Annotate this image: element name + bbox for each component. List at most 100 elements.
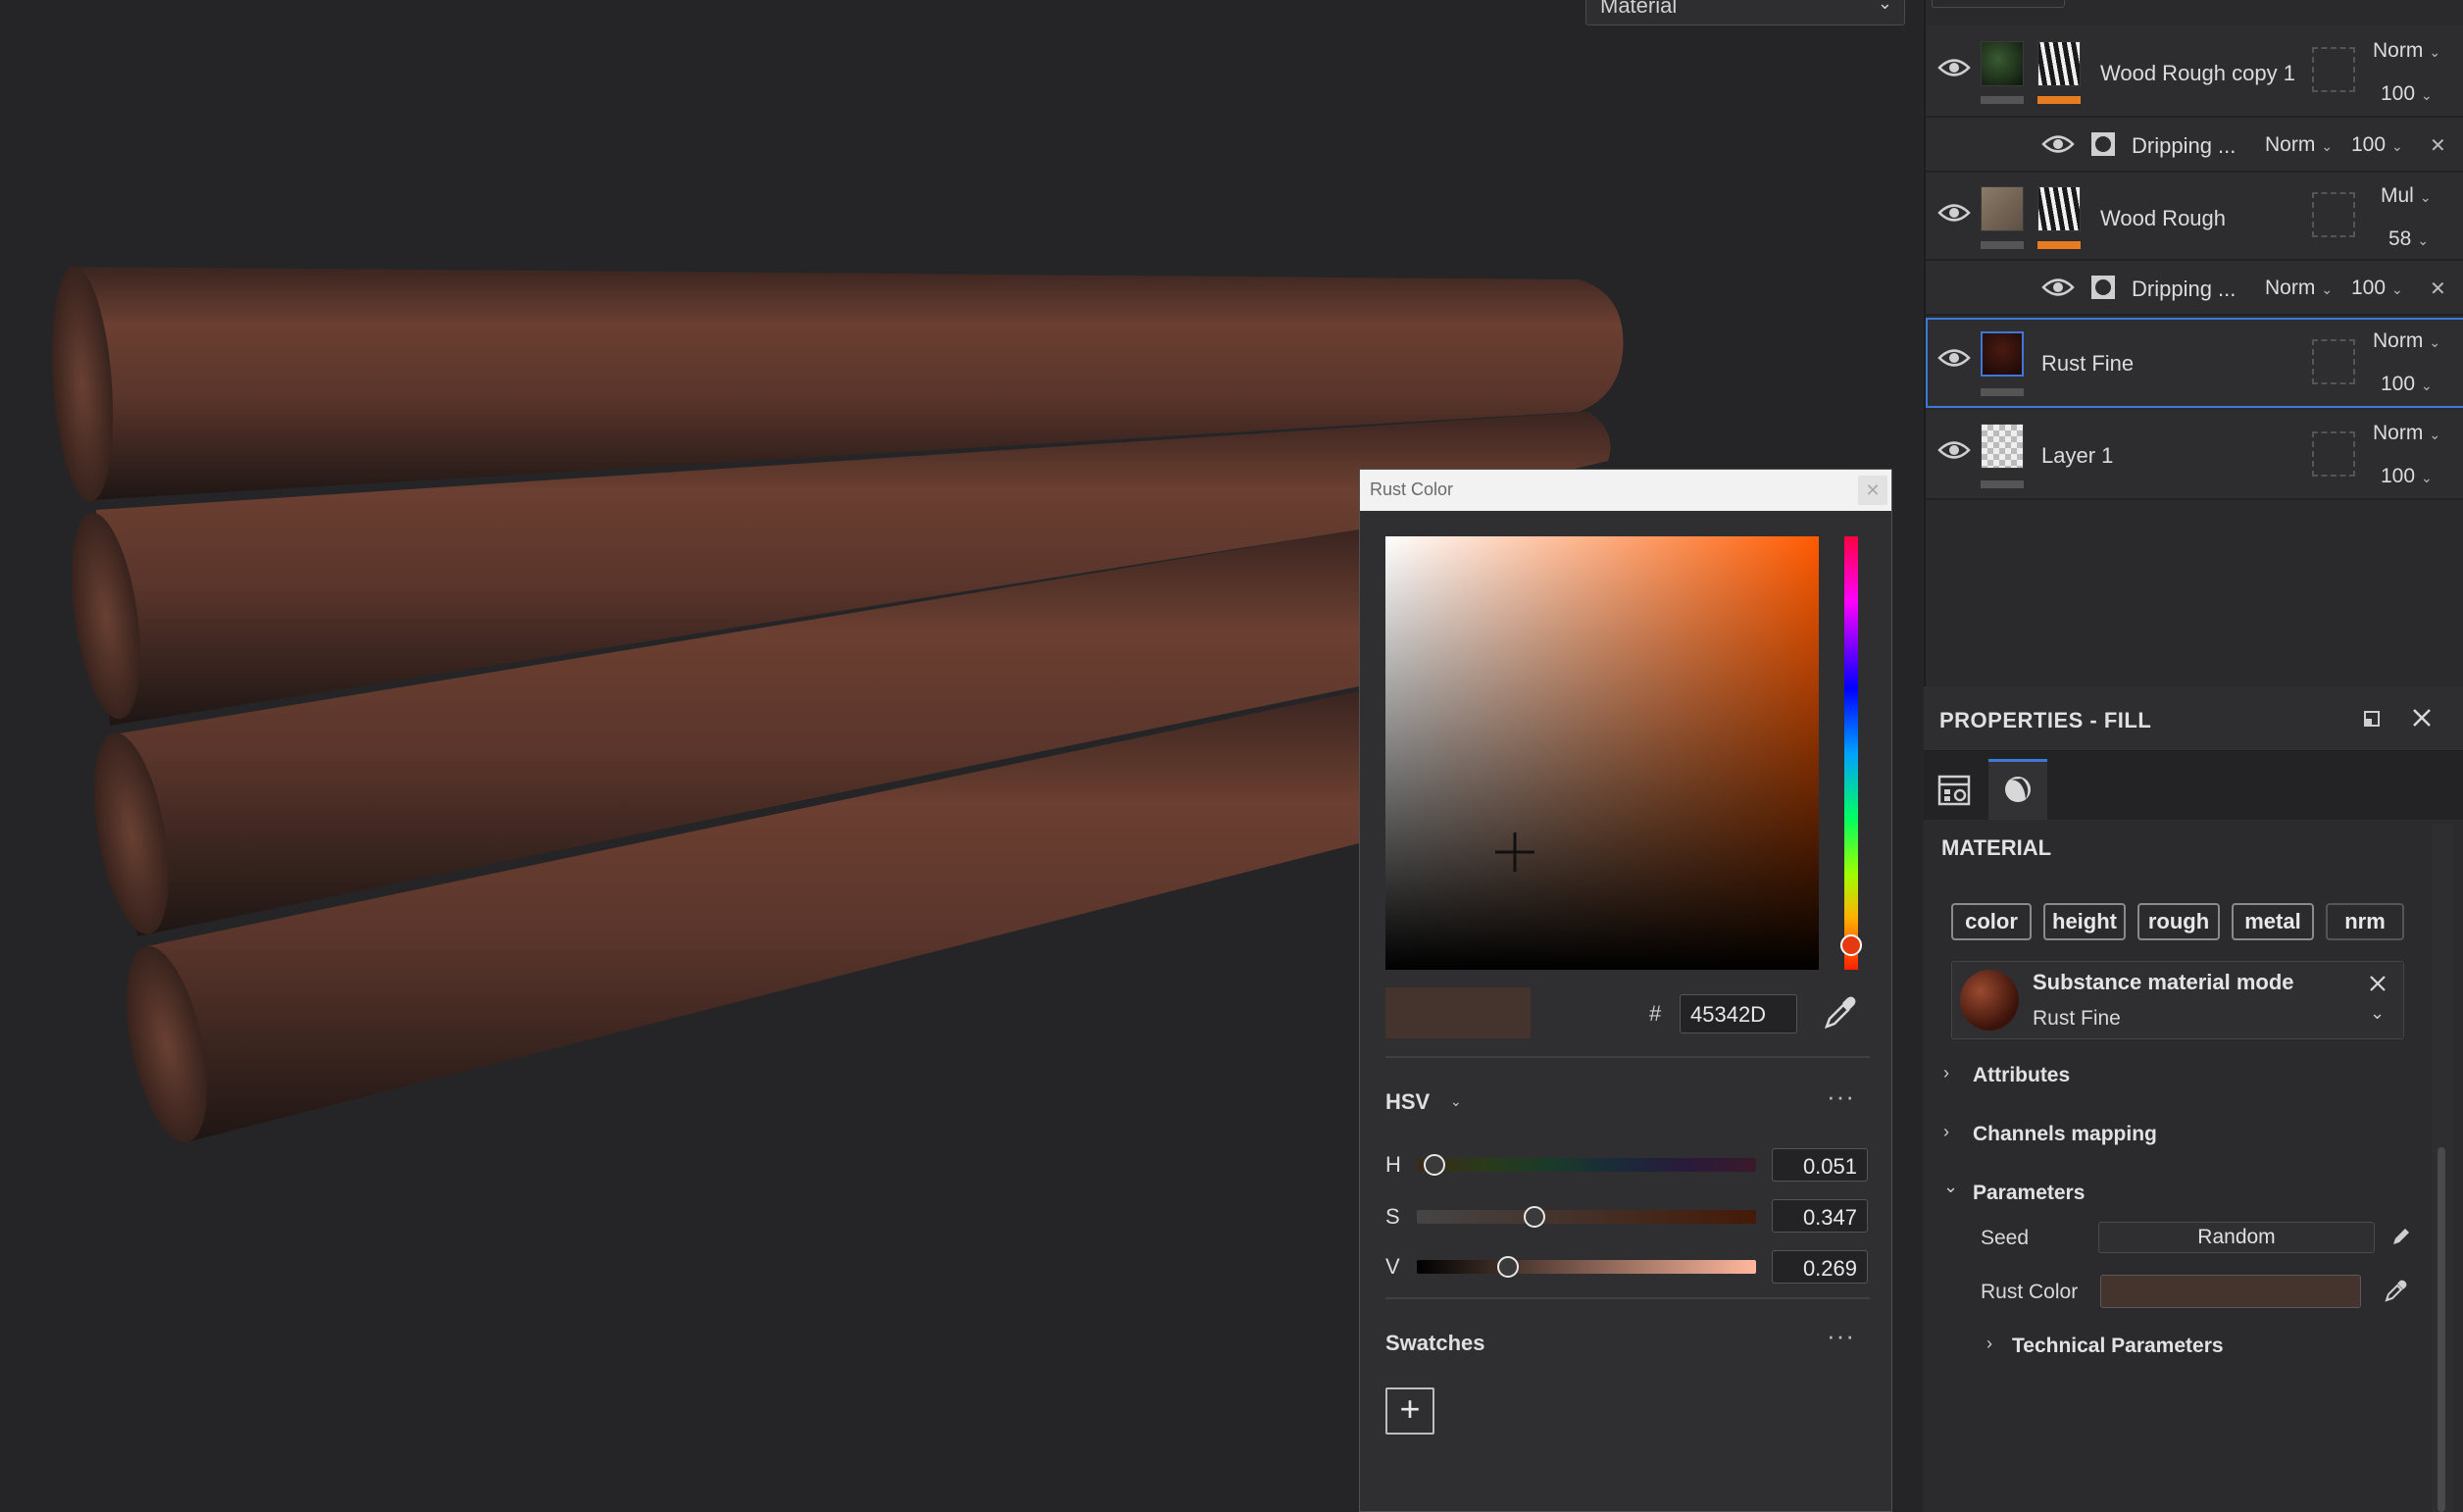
eye-icon[interactable]	[1937, 439, 1971, 461]
chevron-right-icon[interactable]: ›	[1943, 1122, 1949, 1142]
saturation-value-input[interactable]: 0.347	[1772, 1199, 1868, 1233]
layer-name[interactable]: Rust Fine	[2041, 351, 2134, 377]
chevron-down-icon[interactable]: ⌄	[2370, 1003, 2385, 1024]
add-swatch-button[interactable]: +	[1385, 1387, 1434, 1435]
viewport-mode-dropdown[interactable]: Material ⌄	[1585, 0, 1905, 25]
effect-name[interactable]: Dripping ...	[2132, 133, 2236, 159]
eyedropper-icon[interactable]	[1821, 993, 1860, 1033]
layer-fill-thumbnail[interactable]	[1981, 186, 2024, 231]
material-name[interactable]: Rust Fine	[2033, 1007, 2121, 1031]
hue-strip[interactable]	[1844, 536, 1858, 970]
tab-material[interactable]	[1988, 759, 2047, 820]
layer-fill-thumbnail[interactable]	[1981, 331, 2024, 377]
chevron-down-icon[interactable]: ⌄	[1450, 1093, 1462, 1110]
opacity-select[interactable]: 100 ⌄	[2381, 465, 2433, 488]
properties-scrollbar[interactable]	[2432, 824, 2453, 1512]
layer-transparent-thumbnail[interactable]	[1981, 424, 2024, 469]
section-technical-parameters[interactable]: Technical Parameters	[2012, 1335, 2224, 1358]
blend-mode-select[interactable]: Norm ⌄	[2373, 422, 2440, 445]
channel-toggle-color[interactable]: color	[1951, 903, 2032, 940]
clear-material-icon[interactable]	[2368, 974, 2388, 993]
saturation-slider[interactable]	[1417, 1210, 1756, 1224]
layer-fill-thumbnail[interactable]	[1981, 41, 2024, 86]
opacity-select[interactable]: 100 ⌄	[2351, 277, 2403, 300]
hex-input[interactable]: 45342D	[1680, 994, 1797, 1033]
remove-effect-icon[interactable]: ✕	[2430, 133, 2446, 158]
tab-settings[interactable]	[1924, 759, 1983, 820]
color-picker-dropper-icon[interactable]	[2383, 1279, 2408, 1304]
value-value-input[interactable]: 0.269	[1772, 1250, 1868, 1284]
opacity-select[interactable]: 58 ⌄	[2388, 227, 2429, 251]
opacity-value: 100	[2381, 82, 2416, 105]
channel-toggle-nrm[interactable]: nrm	[2326, 903, 2404, 940]
eye-icon[interactable]	[1937, 347, 1971, 369]
empty-mask-slot[interactable]	[2312, 339, 2355, 384]
edit-pencil-icon[interactable]	[2390, 1226, 2412, 1247]
saturation-value-area[interactable]	[1385, 536, 1819, 970]
hue-slider[interactable]	[1417, 1158, 1756, 1172]
layer-name[interactable]: Layer 1	[2041, 443, 2113, 469]
section-channels-mapping[interactable]: Channels mapping	[1973, 1123, 2157, 1146]
empty-mask-slot[interactable]	[2312, 192, 2355, 237]
chevron-right-icon[interactable]: ›	[1986, 1334, 1992, 1354]
rust-color-swatch[interactable]	[2100, 1275, 2361, 1308]
chevron-right-icon[interactable]: ›	[1943, 1063, 1949, 1084]
more-options-icon[interactable]: ···	[1827, 1082, 1855, 1112]
layer-row[interactable]: Wood Rough Mul ⌄ 58 ⌄	[1926, 173, 2463, 261]
opacity-select[interactable]: 100 ⌄	[2381, 82, 2433, 106]
section-parameters[interactable]: Parameters	[1973, 1182, 2085, 1205]
mask-effect-icon	[2091, 276, 2115, 299]
hue-value-input[interactable]: 0.051	[1772, 1148, 1868, 1182]
layer-row[interactable]: Wood Rough copy 1 Norm ⌄ 100 ⌄	[1926, 25, 2463, 118]
properties-panel: PROPERTIES - FILL MATERIAL color height …	[1924, 686, 2463, 1512]
value-slider[interactable]	[1417, 1260, 1756, 1274]
effect-row[interactable]: Dripping ... Norm ⌄ 100 ⌄ ✕	[1926, 118, 2463, 173]
blend-mode-select[interactable]: Norm ⌄	[2373, 329, 2440, 353]
effect-name[interactable]: Dripping ...	[2132, 277, 2236, 302]
layer-name[interactable]: Wood Rough copy 1	[2100, 61, 2295, 86]
eye-icon[interactable]	[2041, 133, 2075, 155]
material-heading: MATERIAL	[1941, 835, 2052, 860]
layers-toolbar-stub[interactable]	[1932, 0, 2065, 8]
channel-toggle-rough[interactable]: rough	[2137, 903, 2220, 940]
eye-icon[interactable]	[1937, 202, 1971, 224]
layer-row[interactable]: Layer 1 Norm ⌄ 100 ⌄	[1926, 410, 2463, 500]
chevron-down-icon: ⌄	[2321, 281, 2334, 297]
saturation-slider-handle[interactable]	[1524, 1206, 1546, 1228]
channel-toggle-metal[interactable]: metal	[2232, 903, 2314, 940]
blend-mode-select[interactable]: Norm ⌄	[2265, 133, 2333, 157]
remove-effect-icon[interactable]: ✕	[2430, 277, 2446, 301]
opacity-value: 100	[2351, 277, 2387, 299]
hue-slider-handle[interactable]	[1423, 1154, 1445, 1176]
more-options-icon[interactable]: ···	[1827, 1321, 1855, 1351]
channel-toggle-height[interactable]: height	[2043, 903, 2126, 940]
section-attributes[interactable]: Attributes	[1973, 1064, 2070, 1087]
mask-thumbnail[interactable]	[2037, 186, 2081, 231]
mask-thumbnail[interactable]	[2037, 41, 2081, 86]
empty-mask-slot[interactable]	[2312, 47, 2355, 92]
effect-row[interactable]: Dripping ... Norm ⌄ 100 ⌄ ✕	[1926, 261, 2463, 316]
blend-mode-select[interactable]: Mul ⌄	[2381, 184, 2432, 208]
seed-random-button[interactable]: Random	[2098, 1222, 2375, 1253]
crosshair-cursor-icon[interactable]	[1493, 831, 1536, 874]
close-icon[interactable]: ✕	[1858, 476, 1887, 505]
blend-mode-select[interactable]: Norm ⌄	[2265, 277, 2333, 300]
chevron-down-icon[interactable]: ⌄	[1943, 1177, 1958, 1197]
empty-mask-slot[interactable]	[2312, 431, 2355, 477]
layer-thumb-strip	[1981, 96, 2024, 104]
dialog-titlebar[interactable]: Rust Color ✕	[1360, 470, 1891, 511]
layer-name[interactable]: Wood Rough	[2100, 206, 2226, 231]
opacity-select[interactable]: 100 ⌄	[2351, 133, 2403, 157]
color-mode-select[interactable]: HSV	[1385, 1089, 1430, 1115]
eye-icon[interactable]	[2041, 277, 2075, 298]
material-card[interactable]: Substance material mode Rust Fine ⌄	[1951, 961, 2404, 1039]
eye-icon[interactable]	[1937, 57, 1971, 78]
close-icon[interactable]	[2410, 706, 2434, 730]
layer-row-selected[interactable]: Rust Fine Norm ⌄ 100 ⌄	[1926, 318, 2463, 408]
blend-mode-select[interactable]: Norm ⌄	[2373, 39, 2440, 63]
scrollbar-thumb[interactable]	[2438, 1147, 2445, 1512]
undock-icon[interactable]	[2363, 710, 2381, 728]
value-slider-handle[interactable]	[1497, 1256, 1520, 1278]
hue-strip-handle[interactable]	[1840, 934, 1862, 956]
opacity-select[interactable]: 100 ⌄	[2381, 373, 2433, 396]
